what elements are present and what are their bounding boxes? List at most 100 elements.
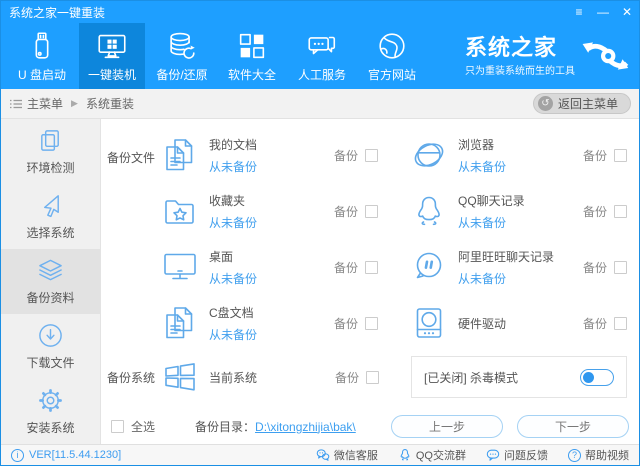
backup-item-qq-chat: QQ聊天记录 从未备份 备份 <box>410 183 633 239</box>
cursor-icon <box>43 195 59 218</box>
never-backed-up-link[interactable]: 从未备份 <box>209 270 257 287</box>
never-backed-up-link[interactable]: 从未备份 <box>209 214 257 231</box>
chat-service-icon <box>308 36 336 55</box>
backup-label: 备份 <box>582 148 607 163</box>
backup-files-label: 备份文件 <box>107 151 156 165</box>
footer-link-label: 问题反馈 <box>504 450 548 462</box>
breadcrumb: 主菜单 ▶ 系统重装 ↺ 返回主菜单 <box>1 89 639 119</box>
backup-label: 备份 <box>333 260 358 275</box>
qq-group-link[interactable]: QQ交流群 <box>398 447 466 463</box>
sidebar-item-choose-system[interactable]: 选择系统 <box>1 184 100 249</box>
backup-checkbox-current-system[interactable] <box>366 370 379 384</box>
backup-dir-link[interactable]: D:\xitongzhijia\bak\ <box>255 420 356 434</box>
wechat-support-link[interactable]: 微信客服 <box>316 447 378 463</box>
nav-tab-official-site[interactable]: 官方网站 <box>359 23 425 89</box>
backup-checkbox-browser[interactable] <box>614 148 627 162</box>
help-icon: ? <box>568 448 581 462</box>
nav-tab-usb-boot[interactable]: U 盘启动 <box>9 23 75 89</box>
backup-dir-label: 备份目录： <box>195 419 256 434</box>
breadcrumb-root[interactable]: 主菜单 <box>27 95 63 112</box>
sidebar-item-install-system[interactable]: 安装系统 <box>1 379 100 444</box>
apps-icon <box>239 33 265 59</box>
close-button[interactable]: ✕ <box>615 1 639 23</box>
backup-item-wangwang-chat: 阿里旺旺聊天记录 从未备份 备份 <box>410 239 633 295</box>
nav-tab-backup-restore[interactable]: 备份/还原 <box>149 23 215 89</box>
brand-name: 系统之家 <box>465 34 558 60</box>
backup-checkbox-qq-chat[interactable] <box>614 204 627 218</box>
backup-item-name: 桌面 <box>209 249 234 264</box>
never-backed-up-link[interactable]: 从未备份 <box>209 326 257 343</box>
backup-checkbox-my-documents[interactable] <box>365 148 378 162</box>
title-bar: 系统之家一键重装 ≡ — ✕ <box>1 1 639 23</box>
next-step-button[interactable]: 下一步 <box>517 414 629 438</box>
gear-icon <box>39 389 62 412</box>
sidebar-label: 选择系统 <box>26 226 75 240</box>
minimize-button[interactable]: — <box>591 1 615 23</box>
sidebar-label: 备份资料 <box>26 291 75 305</box>
never-backed-up-link[interactable]: 从未备份 <box>458 270 554 287</box>
brand-slogan: 只为重装系统而生的工具 <box>465 65 575 77</box>
documents-icon <box>161 136 201 174</box>
version-group: i VER[11.5.44.1230] <box>11 448 122 462</box>
nav-label: 官方网站 <box>367 68 416 82</box>
help-videos-link[interactable]: ? 帮助视频 <box>568 447 629 463</box>
sidebar-label: 安装系统 <box>26 421 75 435</box>
backup-checkbox-desktop[interactable] <box>365 260 378 274</box>
qq-icon <box>400 449 410 461</box>
nav-label: 人工服务 <box>297 68 346 82</box>
select-all-checkbox[interactable] <box>111 419 124 433</box>
antivirus-mode-toggle[interactable] <box>580 368 614 386</box>
backup-checkbox-favorites[interactable] <box>365 204 378 218</box>
footer-link-label: 微信客服 <box>333 450 378 462</box>
status-bar: i VER[11.5.44.1230] 微信客服 QQ交流群 问题反馈 ? 帮助… <box>1 444 639 465</box>
backup-item-favorites: 收藏夹 从未备份 备份 <box>161 183 384 239</box>
menu-button[interactable]: ≡ <box>567 1 591 23</box>
never-backed-up-link[interactable]: 从未备份 <box>458 158 506 175</box>
backup-label: 备份 <box>333 204 358 219</box>
list-icon <box>10 99 22 108</box>
footer-link-label: 帮助视频 <box>585 450 629 462</box>
select-all-label: 全选 <box>131 419 156 434</box>
version-text: VER[11.5.44.1230] <box>29 449 122 461</box>
back-button-label: 返回主菜单 <box>557 97 618 111</box>
feedback-link[interactable]: 问题反馈 <box>486 447 548 463</box>
desktop-icon <box>161 248 201 286</box>
backup-checkbox-hardware-driver[interactable] <box>614 316 627 330</box>
nav-tab-software-center[interactable]: 软件大全 <box>219 23 285 89</box>
nav-label: 备份/还原 <box>156 68 208 82</box>
backup-item-name: C盘文档 <box>209 305 254 320</box>
feedback-icon <box>486 449 500 461</box>
sidebar-item-download-file[interactable]: 下载文件 <box>1 314 100 379</box>
backup-system-label: 备份系统 <box>107 370 156 385</box>
favorites-folder-icon <box>161 192 201 230</box>
brand-logo: 系统之家 只为重装系统而生的工具 <box>465 23 629 89</box>
top-nav: U 盘启动 一键装机 备份/还原 软件大全 人工服务 官方网站 系统之家 只为重… <box>1 23 639 89</box>
previous-step-button[interactable]: 上一步 <box>391 414 503 438</box>
nav-tab-support[interactable]: 人工服务 <box>289 23 355 89</box>
bottom-controls: 全选 备份目录：D:\xitongzhijia\bak\ 上一步 下一步 <box>107 413 633 439</box>
footer-link-label: QQ交流群 <box>415 450 466 462</box>
sidebar-item-env-check[interactable]: 环境检测 <box>1 119 100 184</box>
backup-item-c-drive-docs: C盘文档 从未备份 备份 <box>161 295 384 351</box>
back-to-main-menu-button[interactable]: ↺ 返回主菜单 <box>532 93 631 114</box>
backup-checkbox-c-drive-docs[interactable] <box>365 316 378 330</box>
info-icon: i <box>11 448 24 462</box>
never-backed-up-link[interactable]: 从未备份 <box>209 158 257 175</box>
wechat-icon <box>316 449 330 461</box>
backup-item-name: 硬件驱动 <box>458 316 507 331</box>
backup-checkbox-wangwang-chat[interactable] <box>614 260 627 274</box>
backup-item-name: 当前系统 <box>209 370 258 385</box>
backup-item-desktop: 桌面从未备份 备份 <box>161 239 384 295</box>
nav-label: 一键装机 <box>87 68 136 82</box>
windows-icon <box>161 358 201 396</box>
backup-label: 备份 <box>582 260 607 275</box>
sidebar-label: 环境检测 <box>26 161 75 175</box>
step-buttons: 上一步 下一步 <box>391 414 629 438</box>
app-window: 系统之家一键重装 ≡ — ✕ U 盘启动 一键装机 备份/还原 软件大全 人工服… <box>0 0 640 466</box>
backup-label: 备份 <box>582 204 607 219</box>
nav-tab-one-key-install[interactable]: 一键装机 <box>79 23 145 89</box>
sidebar-item-backup-data[interactable]: 备份资料 <box>1 249 100 314</box>
nav-label: U 盘启动 <box>17 68 66 82</box>
never-backed-up-link[interactable]: 从未备份 <box>458 214 525 231</box>
breadcrumb-separator-icon: ▶ <box>71 98 78 108</box>
